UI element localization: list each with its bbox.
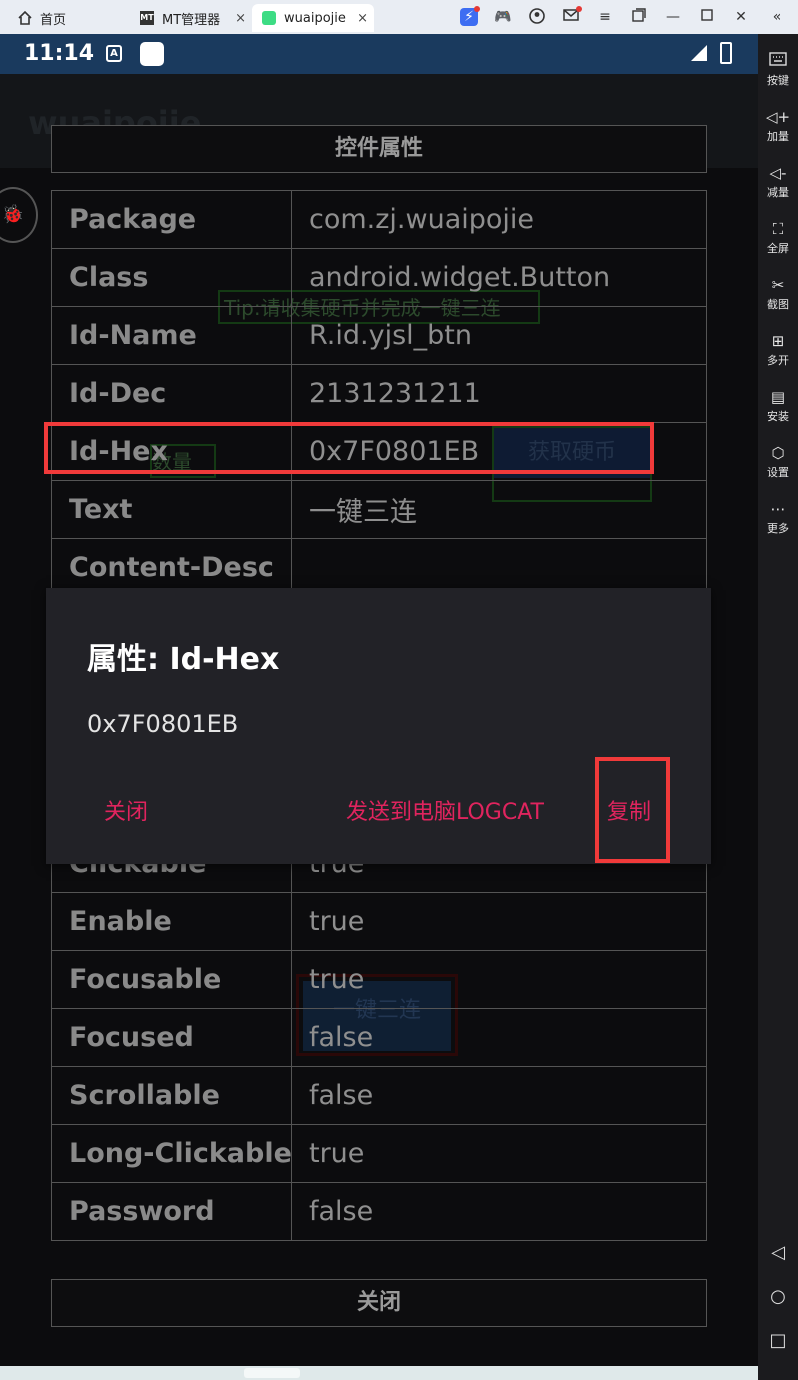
tab-mt-manager[interactable]: MT MT管理器 × xyxy=(140,4,252,32)
bottom-handle[interactable] xyxy=(244,1368,300,1378)
property-value: R.id.yjsl_btn xyxy=(291,306,707,365)
gamepad-icon[interactable]: 🎮 xyxy=(494,8,512,26)
battery-charging-icon xyxy=(720,42,732,64)
property-value: false xyxy=(291,1008,707,1067)
tab-wuaipojie[interactable]: wuaipojie × xyxy=(252,4,374,32)
booster-icon[interactable]: ⚡ xyxy=(460,6,480,26)
table-row[interactable]: Text 一键三连 xyxy=(51,480,707,539)
fullscreen-icon: ⛶ xyxy=(772,220,784,238)
property-value: com.zj.wuaipojie xyxy=(291,190,707,249)
panel-close-button[interactable]: 关闭 xyxy=(51,1279,707,1327)
property-value: true xyxy=(291,892,707,951)
dialog-close-button[interactable]: 关闭 xyxy=(104,794,148,826)
property-key: Password xyxy=(51,1182,292,1241)
volume-down-icon: ◁- xyxy=(769,164,787,182)
table-row[interactable]: Password false xyxy=(51,1182,707,1241)
settings-icon: ⬡ xyxy=(771,444,785,462)
status-time: 11:14 xyxy=(24,41,95,66)
volume-up-icon: ◁+ xyxy=(765,108,791,126)
nav-home-icon[interactable]: ○ xyxy=(758,1286,798,1307)
multi-instance-icon: ⊞ xyxy=(771,332,785,350)
table-row[interactable]: Focused false xyxy=(51,1008,707,1067)
menu-icon[interactable]: ≡ xyxy=(596,8,614,26)
property-key: Text xyxy=(51,480,292,539)
apk-install-icon: ▤ xyxy=(770,388,786,406)
table-row[interactable]: Class android.widget.Button xyxy=(51,248,707,307)
sidebar-volume-up[interactable]: ◁+ 加量 xyxy=(758,108,798,144)
more-icon: ⋯ xyxy=(770,500,786,518)
sidebar-settings[interactable]: ⬡ 设置 xyxy=(758,444,798,480)
property-key: Enable xyxy=(51,892,292,951)
account-icon[interactable] xyxy=(528,8,546,26)
property-key: Long-Clickable xyxy=(51,1124,292,1183)
a-badge-icon: A xyxy=(106,45,122,62)
table-row[interactable]: Package com.zj.wuaipojie xyxy=(51,190,707,249)
tab-home-label: 首页 xyxy=(40,12,67,28)
property-value: true xyxy=(291,950,707,1009)
property-key: Scrollable xyxy=(51,1066,292,1125)
notification-square-icon xyxy=(140,42,164,66)
dialog-send-logcat-button[interactable]: 发送到电脑LOGCAT xyxy=(346,794,544,826)
sidebar-volume-down[interactable]: ◁- 减量 xyxy=(758,164,798,200)
table-row[interactable]: Long-Clickable true xyxy=(51,1124,707,1183)
property-key: Focused xyxy=(51,1008,292,1067)
android-screen: 11:14 A wuaipojie Tip:请收集硬币并完成一键三连 数量 获取… xyxy=(0,34,758,1380)
maximize-icon[interactable] xyxy=(698,8,716,26)
android-app-icon xyxy=(262,11,276,25)
sidebar-multi-instance[interactable]: ⊞ 多开 xyxy=(758,332,798,368)
sidebar-fullscreen[interactable]: ⛶ 全屏 xyxy=(758,220,798,256)
property-value: true xyxy=(291,1124,707,1183)
table-row[interactable]: Enable true xyxy=(51,892,707,951)
property-value: android.widget.Button xyxy=(291,248,707,307)
tab-home[interactable]: 首页 xyxy=(18,4,66,32)
signal-icon xyxy=(691,45,707,61)
copy-highlight-box xyxy=(595,757,670,863)
scissors-icon: ✂ xyxy=(771,276,785,294)
minimize-icon[interactable]: — xyxy=(664,8,682,26)
table-row[interactable]: Id-Name R.id.yjsl_btn xyxy=(51,306,707,365)
mt-app-icon: MT xyxy=(140,11,154,25)
sidebar-install-apk[interactable]: ▤ 安装 xyxy=(758,388,798,424)
dialog-title: 属性: Id-Hex xyxy=(87,642,280,677)
emulator-sidebar: 按键 ◁+ 加量 ◁- 减量 ⛶ 全屏 ✂ 截图 ⊞ 多开 ▤ 安装 ⬡ 设置 … xyxy=(758,34,798,1380)
sidebar-screenshot[interactable]: ✂ 截图 xyxy=(758,276,798,312)
sidebar-more[interactable]: ⋯ 更多 xyxy=(758,500,798,536)
close-window-icon[interactable]: ✕ xyxy=(732,8,750,26)
nav-recents-icon[interactable]: □ xyxy=(758,1330,798,1351)
property-key: Package xyxy=(51,190,292,249)
emulator-bottom-strip xyxy=(0,1366,758,1380)
mail-icon[interactable] xyxy=(562,6,582,26)
panel-header: 控件属性 xyxy=(51,125,707,173)
property-key: Focusable xyxy=(51,950,292,1009)
property-key: Class xyxy=(51,248,292,307)
restore-window-icon[interactable] xyxy=(630,8,648,26)
ladybug-floating-icon[interactable]: 🐞 xyxy=(0,187,38,243)
property-key: Id-Name xyxy=(51,306,292,365)
table-row[interactable]: Id-Dec 2131231211 xyxy=(51,364,707,423)
property-value: 2131231211 xyxy=(291,364,707,423)
table-row[interactable]: Focusable true xyxy=(51,950,707,1009)
tab-wuaipojie-close-icon[interactable]: × xyxy=(357,11,368,26)
home-icon xyxy=(18,11,32,25)
sidebar-keymap[interactable]: 按键 xyxy=(758,52,798,88)
table-row[interactable]: Scrollable false xyxy=(51,1066,707,1125)
collapse-sidebar-icon[interactable]: « xyxy=(768,8,786,26)
property-value: 一键三连 xyxy=(291,480,707,539)
property-key: Id-Dec xyxy=(51,364,292,423)
property-value: false xyxy=(291,1182,707,1241)
id-hex-highlight-box xyxy=(44,422,654,474)
property-value: false xyxy=(291,1066,707,1125)
property-table-bottom: ClickabletrueEnabletrueFocusabletrueFocu… xyxy=(51,834,707,1241)
tab-mt-label: MT管理器 xyxy=(162,12,221,28)
keyboard-icon xyxy=(758,52,798,70)
emulator-tab-bar: 首页 MT MT管理器 × wuaipojie × ⚡ 🎮 ≡ — ✕ « xyxy=(0,0,798,34)
tab-mt-close-icon[interactable]: × xyxy=(235,11,246,26)
status-bar: 11:14 A xyxy=(0,34,758,74)
tab-wuaipojie-label: wuaipojie xyxy=(284,10,346,26)
nav-back-icon[interactable]: ◁ xyxy=(758,1242,798,1263)
property-table-top: Package com.zj.wuaipojie Class android.widg… xyxy=(51,190,707,597)
dialog-value: 0x7F0801EB xyxy=(87,710,239,738)
